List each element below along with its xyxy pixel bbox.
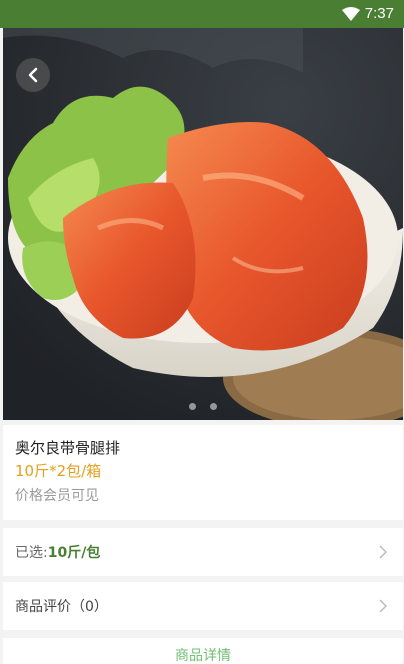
selected-spec-row[interactable]: 已选: 10斤/包 xyxy=(3,528,403,576)
product-spec: 10斤*2包/箱 xyxy=(15,462,102,480)
carousel-dot[interactable] xyxy=(189,403,196,410)
reviews-label: 商品评价（0） xyxy=(15,599,108,615)
carousel-dot[interactable] xyxy=(210,403,217,410)
carousel-indicators xyxy=(3,403,403,410)
selected-value: 10斤/包 xyxy=(47,545,101,561)
status-bar: 7:37 xyxy=(0,0,404,28)
food-photo xyxy=(3,28,403,420)
chevron-left-icon xyxy=(28,67,38,83)
selected-label: 已选: xyxy=(15,545,48,561)
price-note: 价格会员可见 xyxy=(15,488,99,504)
tab-product-details[interactable]: 商品详情 xyxy=(3,638,403,664)
back-button[interactable] xyxy=(16,58,50,92)
chevron-right-icon xyxy=(379,545,387,559)
wifi-icon xyxy=(342,7,360,21)
product-info: 奥尔良带骨腿排 10斤*2包/箱 价格会员可见 xyxy=(3,425,403,520)
reviews-row[interactable]: 商品评价（0） xyxy=(3,582,403,630)
status-time: 7:37 xyxy=(364,5,394,22)
product-name: 奥尔良带骨腿排 xyxy=(15,439,121,457)
product-image-carousel[interactable] xyxy=(3,28,403,420)
chevron-right-icon xyxy=(379,599,387,613)
